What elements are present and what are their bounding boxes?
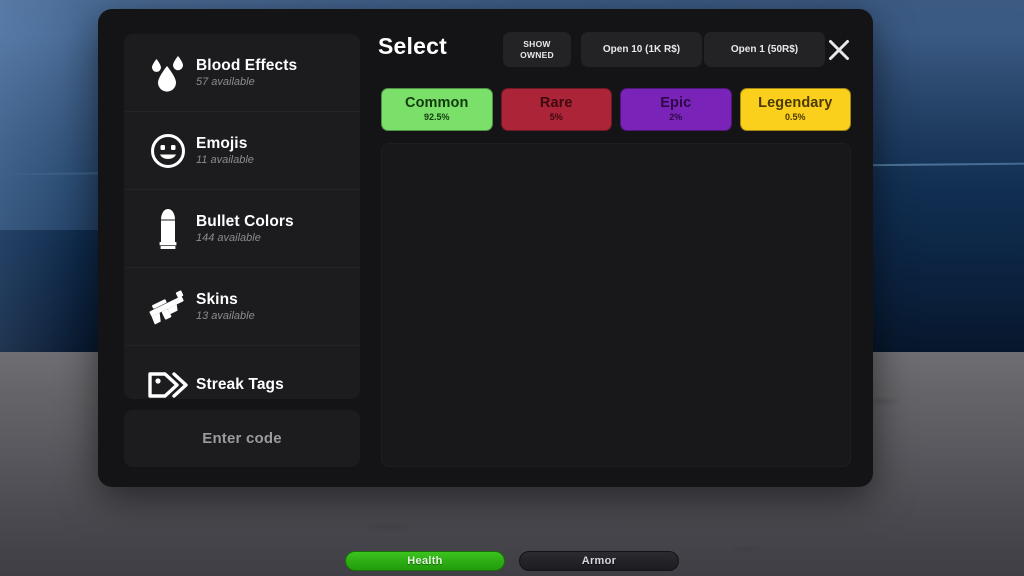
sidebar-item-bullet-colors[interactable]: Bullet Colors 144 available: [124, 190, 360, 268]
sidebar-item-title: Skins: [196, 290, 238, 308]
rarity-tab-bar: Common 92.5% Rare 5% Epic 2% Legendary 0…: [381, 88, 851, 131]
sidebar-item-blood-effects[interactable]: Blood Effects 57 available: [124, 34, 360, 112]
rarity-tab-name: Common: [405, 95, 469, 112]
close-button[interactable]: [821, 33, 857, 67]
item-grid-panel[interactable]: [381, 143, 851, 467]
show-owned-label: SHOW OWNED: [520, 39, 554, 60]
open-ten-button[interactable]: Open 10 (1K R$): [581, 32, 702, 67]
bullet-icon: [140, 207, 196, 251]
player-hud: Health Armor: [0, 551, 1024, 571]
sidebar-item-subtitle: 11 available: [196, 154, 254, 167]
rifle-icon: [140, 286, 196, 328]
sidebar-item-emojis[interactable]: Emojis 11 available: [124, 112, 360, 190]
sidebar-item-subtitle: 13 available: [196, 310, 255, 323]
rarity-tab-percent: 2%: [669, 112, 683, 123]
rarity-tab-percent: 0.5%: [784, 112, 806, 123]
tag-icon: [140, 368, 196, 399]
show-owned-line2: OWNED: [520, 49, 554, 60]
sidebar-item-title: Bullet Colors: [196, 212, 294, 230]
sidebar-item-streak-tags[interactable]: Streak Tags: [124, 346, 360, 399]
rarity-tab-percent: 5%: [549, 112, 563, 123]
sidebar-item-subtitle: 57 available: [196, 76, 255, 89]
sidebar-item-title: Streak Tags: [196, 376, 284, 394]
blood-drop-icon: [140, 54, 196, 92]
sidebar-item-skins[interactable]: Skins 13 available: [124, 268, 360, 346]
show-owned-line1: SHOW: [523, 38, 551, 49]
category-sidebar[interactable]: Blood Effects 57 available Emojis 11 ava…: [124, 34, 360, 399]
rarity-tab-name: Rare: [539, 95, 573, 112]
smiley-face-icon: [140, 132, 196, 170]
health-bar: Health: [345, 551, 505, 571]
sidebar-item-subtitle: 144 available: [196, 232, 261, 245]
rarity-tab-legendary[interactable]: Legendary 0.5%: [739, 88, 851, 131]
rarity-tab-percent: 92.5%: [423, 112, 450, 123]
rarity-tab-name: Legendary: [758, 95, 833, 112]
shop-modal: Blood Effects 57 available Emojis 11 ava…: [98, 9, 873, 487]
close-icon: [829, 40, 849, 60]
enter-code-button[interactable]: Enter code: [124, 410, 360, 467]
rarity-tab-rare[interactable]: Rare 5%: [500, 88, 612, 131]
armor-bar: Armor: [519, 551, 679, 571]
rarity-tab-epic[interactable]: Epic 2%: [620, 88, 732, 131]
show-owned-button[interactable]: SHOW OWNED: [503, 32, 571, 67]
rarity-tab-common[interactable]: Common 92.5%: [381, 88, 493, 131]
page-title: Select: [378, 33, 447, 59]
rarity-tab-name: Epic: [660, 95, 692, 112]
sidebar-item-title: Emojis: [196, 134, 248, 152]
open-one-button[interactable]: Open 1 (50R$): [704, 32, 825, 67]
sidebar-item-title: Blood Effects: [196, 56, 298, 74]
